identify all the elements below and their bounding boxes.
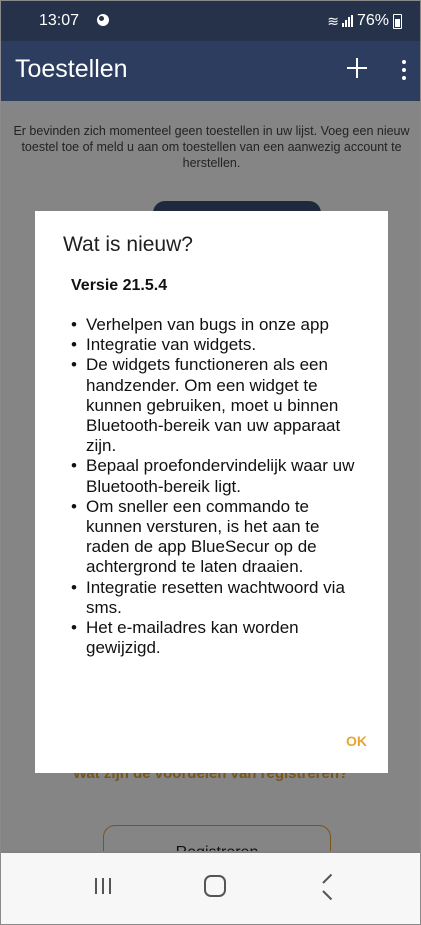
status-bar: 13:07 ≋ 76% xyxy=(1,1,420,41)
back-icon[interactable] xyxy=(321,877,337,897)
release-notes-list: Verhelpen van bugs in onze app Integrati… xyxy=(71,315,361,658)
version-label: Versie 21.5.4 xyxy=(71,277,168,294)
whats-new-dialog: Wat is nieuw? Versie 21.5.4 Verhelpen va… xyxy=(35,211,388,773)
release-note-item: De widgets functioneren als een handzend… xyxy=(71,355,361,456)
phone-screen: 13:07 ≋ 76% Toestellen Er bevinden zich … xyxy=(0,0,421,925)
app-bar: Toestellen xyxy=(1,41,420,101)
battery-text: 76% xyxy=(356,12,389,29)
wifi-icon: ≋ xyxy=(327,12,339,29)
dialog-title: Wat is nieuw? xyxy=(63,233,193,256)
release-note-item: Om sneller een commando te kunnen verstu… xyxy=(71,497,361,578)
navigation-bar xyxy=(1,851,420,924)
release-note-item: Integratie van widgets. xyxy=(71,335,361,355)
release-note-item: Integratie resetten wachtwoord via sms. xyxy=(71,578,361,618)
status-icons: ≋ 76% xyxy=(327,12,402,30)
app-bar-title: Toestellen xyxy=(15,55,128,83)
release-note-item: Bepaal proefondervindelijk waar uw Bluet… xyxy=(71,456,361,496)
more-vert-icon[interactable] xyxy=(394,55,414,85)
home-icon[interactable] xyxy=(204,875,226,897)
status-time: 13:07 xyxy=(39,12,80,29)
notification-circle-icon xyxy=(97,14,109,26)
release-note-item: Het e-mailadres kan worden gewijzigd. xyxy=(71,618,361,658)
recent-apps-icon[interactable] xyxy=(94,876,114,896)
signal-icon xyxy=(341,15,353,27)
release-note-item: Verhelpen van bugs in onze app xyxy=(71,315,361,335)
battery-icon xyxy=(393,13,402,29)
ok-button[interactable]: OK xyxy=(329,729,367,753)
add-icon[interactable] xyxy=(342,53,372,83)
